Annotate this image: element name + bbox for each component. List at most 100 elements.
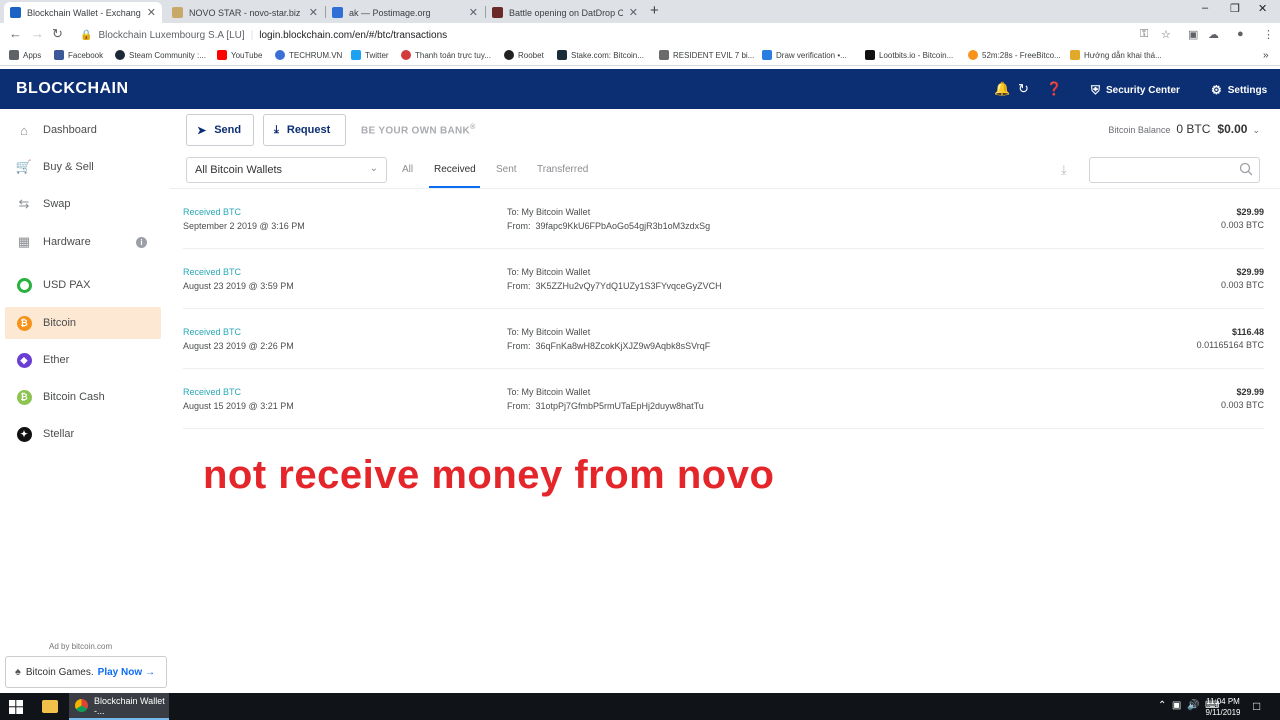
blockchain-logo[interactable]: BLOCKCHAIN [16,80,129,98]
taskbar-clock[interactable]: 11:04 PM 9/11/2019 [1200,696,1246,718]
transaction-row[interactable]: Received BTC August 23 2019 @ 3:59 PM To… [183,249,1264,309]
sidebar-item-swap[interactable]: ⇆ Swap [5,188,161,220]
taskbar-chrome-window[interactable]: Blockchain Wallet -... [69,693,169,720]
stellar-icon: ✦ [16,426,32,442]
browser-tab[interactable]: NOVO STAR - novo-star.biz - tra ✕ [166,2,324,23]
tab-title: ak — Postimage.org [349,7,431,18]
transaction-row[interactable]: Received BTC August 15 2019 @ 3:21 PM To… [183,369,1264,429]
bookmark-twitter[interactable]: Twitter [351,50,389,60]
bitcoin-icon: ₿ [16,315,32,331]
close-tab-icon[interactable]: ✕ [469,6,478,19]
chevron-down-icon[interactable]: ⌄ [1252,125,1260,136]
send-button[interactable]: ➤ Send [186,114,254,146]
settings-link[interactable]: ⚙ Settings [1211,83,1267,97]
bookmark-label: Twitter [365,50,389,60]
tab-all[interactable]: All [402,164,413,175]
balance-usd[interactable]: $0.00 [1217,122,1247,136]
tx-from-label: From: [507,341,531,351]
bookmark-steam[interactable]: Steam Community :... [115,50,206,60]
bookmark-lootbits[interactable]: Lootbits.io - Bitcoin... [865,50,953,60]
bookmarks-bar: Apps Facebook Steam Community :... YouTu… [0,47,1280,66]
action-center-icon[interactable]: □ [1253,699,1260,713]
bookmark-stake[interactable]: Stake.com: Bitcoin... [557,50,644,60]
menu-kebab-icon[interactable]: ⋮ [1263,28,1274,41]
reload-icon[interactable]: ↻ [52,26,63,42]
tab-title: Blockchain Wallet - Exchange Cry [27,7,141,18]
download-icon[interactable]: ⤓ [1061,162,1067,178]
more-bookmarks-icon[interactable]: » [1263,50,1269,61]
request-button[interactable]: ⤓ Request [263,114,346,146]
sidebar-item-buy-sell[interactable]: 🛒 Buy & Sell [5,151,161,183]
forward-arrow-icon[interactable]: → [31,26,44,41]
wallet-select[interactable]: All Bitcoin Wallets ⌄ [186,157,387,183]
key-icon[interactable]: ⚿ [1140,28,1148,41]
notification-bell-icon[interactable]: 🔔 [994,81,1010,97]
profile-avatar-icon[interactable]: ● [1237,28,1244,40]
bookmark-star-icon[interactable]: ☆ [1161,28,1171,41]
sidebar-item-hardware[interactable]: ▦ Hardware i [5,226,161,258]
novo-favicon-icon [172,7,183,18]
bookmark-label: Steam Community :... [129,50,206,60]
close-tab-icon[interactable]: ✕ [309,6,318,19]
bookmark-apps[interactable]: Apps [9,50,41,60]
maximize-icon[interactable]: ❐ [1230,2,1240,15]
close-tab-icon[interactable]: ✕ [147,6,156,19]
new-tab-icon[interactable]: + [650,2,659,19]
search-input[interactable] [1089,157,1260,183]
slogan: BE YOUR OWN BANK® [361,124,476,136]
file-explorer-icon[interactable] [42,700,58,713]
sidebar-item-label: Ether [43,354,70,366]
window-close-icon[interactable]: ✕ [1258,2,1267,15]
tab-received[interactable]: Received [434,164,476,175]
refresh-icon[interactable]: ↻ [1018,81,1029,97]
ad-banner[interactable]: ♠ Bitcoin Games. Play Now → [5,656,167,688]
ether-icon: ◆ [16,352,32,368]
bookmark-huong-dan[interactable]: Hướng dẫn khai thá... [1070,50,1162,60]
back-arrow-icon[interactable]: ← [9,26,22,41]
browser-tab[interactable]: ak — Postimage.org ✕ [326,2,484,23]
bookmark-label: Draw verification •... [776,50,847,60]
bookmark-roobet[interactable]: Roobet [504,50,544,60]
sidebar-item-label: USD PAX [43,279,91,291]
bookmark-facebook[interactable]: Facebook [54,50,103,60]
blockchain-favicon-icon [10,7,21,18]
tx-type: Received BTC [183,267,242,277]
tx-fiat-amount: $29.99 [1236,387,1264,397]
transaction-row[interactable]: Received BTC August 23 2019 @ 2:26 PM To… [183,309,1264,369]
bookmark-freebitco[interactable]: 52m:28s - FreeBitco... [968,50,1061,60]
transaction-row[interactable]: Received BTC September 2 2019 @ 3:16 PM … [183,189,1264,249]
sidebar-item-ether[interactable]: ◆ Ether [5,344,161,376]
bookmark-thanhtoan[interactable]: Thanh toán trực tuy... [401,50,491,60]
sidebar-item-stellar[interactable]: ✦ Stellar [5,418,161,450]
info-icon[interactable]: i [136,236,147,248]
windows-start-icon[interactable] [9,700,23,714]
omnibox[interactable]: 🔒 Blockchain Luxembourg S.A [LU] | login… [72,25,1152,45]
sidebar-item-usd-pax[interactable]: USD PAX [5,269,161,301]
extension-icon[interactable]: ▣ [1188,28,1198,41]
bookmark-resident-evil[interactable]: RESIDENT EVIL 7 bi... [659,50,754,60]
bookmark-label: 52m:28s - FreeBitco... [982,50,1061,60]
help-icon[interactable]: ❓ [1046,81,1062,97]
tab-title: Battle opening on DatDrop CS:G [509,7,623,18]
tab-sent[interactable]: Sent [496,164,517,175]
cloud-icon[interactable]: ☁ [1208,28,1219,41]
bookmark-youtube[interactable]: YouTube [217,50,262,60]
browser-tab[interactable]: Blockchain Wallet - Exchange Cry ✕ [4,2,162,23]
close-tab-icon[interactable]: ✕ [629,6,638,19]
bookmark-techrum[interactable]: TECHRUM.VN [275,50,342,60]
sidebar-item-dashboard[interactable]: ⌂ Dashboard [5,114,161,146]
play-now-link[interactable]: Play Now [98,667,142,678]
security-center-link[interactable]: ⛨ Security Center [1091,83,1180,98]
tx-to: To: My Bitcoin Wallet [507,387,591,397]
minimize-icon[interactable]: – [1202,2,1208,14]
omnibox-divider: | [250,29,254,41]
tab-transferred[interactable]: Transferred [537,164,588,175]
bookmark-draw-verification[interactable]: Draw verification •... [762,50,847,60]
clock-date: 9/11/2019 [1205,708,1241,717]
youtube-icon [217,50,227,60]
bookmark-label: Thanh toán trực tuy... [415,50,491,60]
sidebar-item-bitcoin-cash[interactable]: ₿ Bitcoin Cash [5,381,161,413]
browser-tab[interactable]: Battle opening on DatDrop CS:G ✕ [486,2,644,23]
tx-type: Received BTC [183,387,242,397]
sidebar-item-bitcoin[interactable]: ₿ Bitcoin [5,307,161,339]
